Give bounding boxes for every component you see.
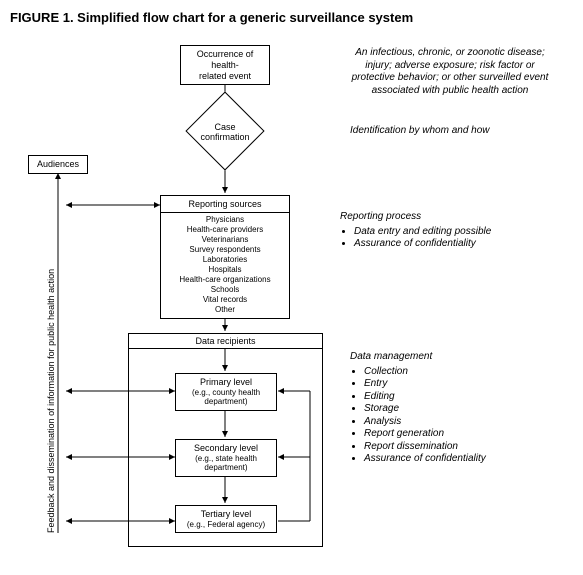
node-reporting-sources: Reporting sources PhysiciansHealth-care …	[160, 195, 290, 319]
annot-data-mgmt-bullet: Report dissemination	[364, 441, 550, 454]
reporting-source-item: Schools	[165, 285, 285, 295]
node-tertiary-label: Tertiary level	[180, 509, 272, 520]
annot-reporting-bullets: Data entry and editing possibleAssurance…	[344, 226, 540, 251]
annot-data-mgmt-bullet: Entry	[364, 378, 550, 391]
reporting-source-item: Veterinarians	[165, 235, 285, 245]
node-audiences: Audiences	[28, 155, 88, 174]
reporting-source-item: Hospitals	[165, 265, 285, 275]
annot-data-mgmt-bullet: Storage	[364, 403, 550, 416]
node-secondary-label: Secondary level	[180, 443, 272, 454]
reporting-source-item: Laboratories	[165, 255, 285, 265]
node-audiences-label: Audiences	[33, 159, 83, 170]
feedback-vertical-label: Feedback and dissemination of informatio…	[46, 269, 56, 533]
annot-reporting: Reporting process Data entry and editing…	[340, 211, 540, 251]
annot-case-confirmation: Identification by whom and how	[350, 125, 550, 138]
reporting-source-item: Survey respondents	[165, 245, 285, 255]
flowchart-canvas: Occurrence of health-related event Casec…	[10, 33, 573, 563]
reporting-source-item: Vital records	[165, 295, 285, 305]
reporting-source-item: Other	[165, 305, 285, 315]
reporting-source-item: Health-care providers	[165, 225, 285, 235]
annot-data-mgmt-bullet: Assurance of confidentiality	[364, 453, 550, 466]
annot-reporting-bullet: Data entry and editing possible	[354, 226, 540, 239]
node-tertiary-level: Tertiary level (e.g., Federal agency)	[175, 505, 277, 533]
annot-data-mgmt-bullet: Report generation	[364, 428, 550, 441]
node-occurrence-label: Occurrence of health-related event	[185, 49, 265, 81]
node-primary-label: Primary level	[180, 377, 272, 388]
node-secondary-level: Secondary level (e.g., state healthdepar…	[175, 439, 277, 477]
annot-occurrence: An infectious, chronic, or zoonotic dise…	[340, 47, 560, 97]
node-secondary-example: (e.g., state healthdepartment)	[180, 454, 272, 473]
annot-data-mgmt-header: Data management	[350, 351, 550, 364]
annot-data-mgmt-bullet: Editing	[364, 391, 550, 404]
reporting-source-item: Health-care organizations	[165, 275, 285, 285]
node-occurrence: Occurrence of health-related event	[180, 45, 270, 85]
annot-reporting-header: Reporting process	[340, 211, 540, 224]
annot-data-mgmt-bullet: Analysis	[364, 416, 550, 429]
reporting-sources-list: PhysiciansHealth-care providersVeterinar…	[165, 215, 285, 315]
node-primary-example: (e.g., county healthdepartment)	[180, 388, 272, 407]
annot-reporting-bullet: Assurance of confidentiality	[354, 238, 540, 251]
annot-data-mgmt: Data management CollectionEntryEditingSt…	[350, 351, 550, 466]
node-case-confirmation-label: Caseconfirmation	[185, 122, 265, 142]
node-reporting-sources-label: Reporting sources	[161, 196, 289, 213]
node-data-recipients-label: Data recipients	[129, 334, 322, 349]
reporting-source-item: Physicians	[165, 215, 285, 225]
annot-data-mgmt-bullet: Collection	[364, 366, 550, 379]
node-tertiary-example: (e.g., Federal agency)	[180, 520, 272, 530]
figure-title: FIGURE 1. Simplified flow chart for a ge…	[10, 10, 573, 25]
annot-data-mgmt-bullets: CollectionEntryEditingStorageAnalysisRep…	[354, 366, 550, 466]
node-primary-level: Primary level (e.g., county healthdepart…	[175, 373, 277, 411]
